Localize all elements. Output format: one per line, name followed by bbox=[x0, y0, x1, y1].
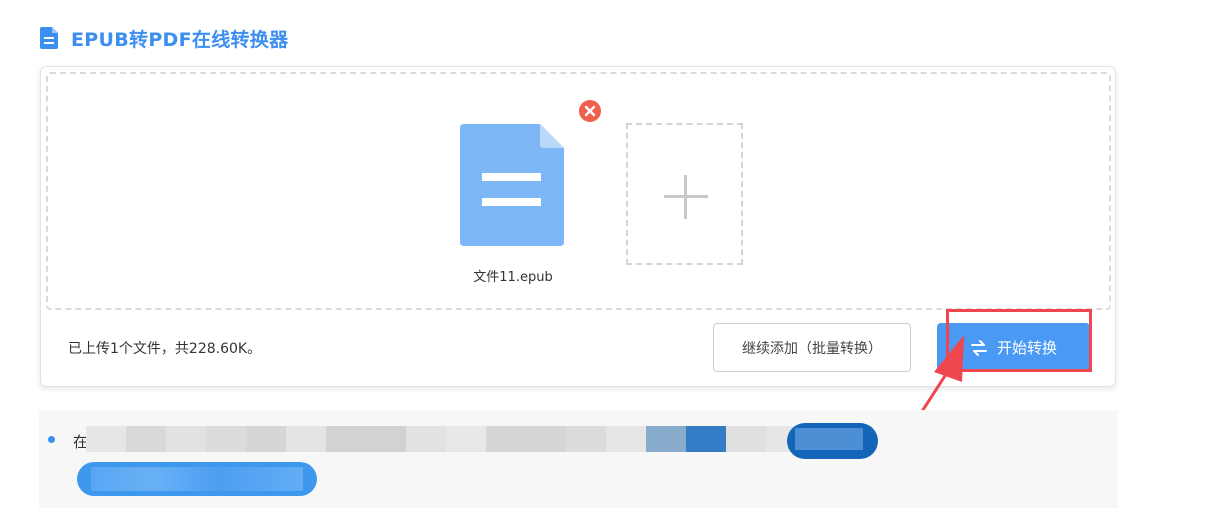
page-header: EPUB转PDF在线转换器 bbox=[40, 24, 288, 52]
start-convert-label: 开始转换 bbox=[996, 339, 1057, 357]
start-convert-button[interactable]: 开始转换 bbox=[937, 323, 1090, 372]
remove-file-button[interactable] bbox=[579, 100, 601, 122]
close-circle-icon bbox=[579, 100, 601, 122]
file-item: 文件11.epub bbox=[460, 124, 566, 285]
file-icon bbox=[460, 124, 564, 246]
blurred-text bbox=[86, 426, 872, 452]
upload-panel: 文件11.epub 已上传1个文件，共228.60K。 继续添加（批量转换） 开… bbox=[40, 66, 1116, 387]
upload-summary: 已上传1个文件，共228.60K。 bbox=[68, 341, 262, 357]
continue-add-button[interactable]: 继续添加（批量转换） bbox=[713, 323, 911, 372]
document-icon bbox=[40, 27, 58, 49]
plus-icon bbox=[664, 175, 708, 219]
swap-arrows-icon bbox=[970, 339, 987, 356]
file-name: 文件11.epub bbox=[473, 270, 553, 285]
blurred-link-button[interactable] bbox=[787, 423, 878, 459]
file-dropzone[interactable]: 文件11.epub bbox=[46, 72, 1111, 310]
page-title: EPUB转PDF在线转换器 bbox=[71, 28, 289, 51]
add-file-tile[interactable] bbox=[626, 123, 743, 265]
blurred-action-button[interactable] bbox=[77, 462, 317, 496]
bullet-dot bbox=[48, 436, 55, 443]
info-section: 在 bbox=[39, 410, 1118, 508]
